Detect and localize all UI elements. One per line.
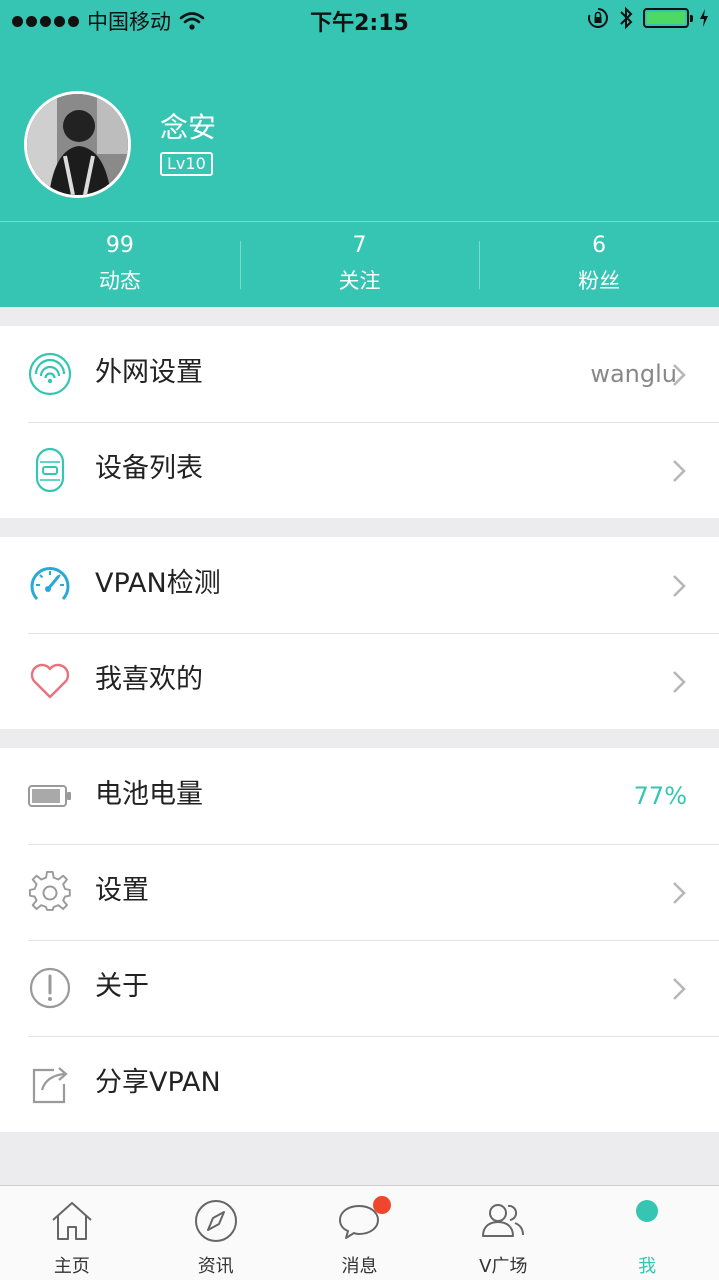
chevron-right-icon	[673, 978, 686, 1000]
stat-label: 动态	[98, 269, 141, 293]
signal-icon	[28, 352, 72, 396]
tab-bar: 主页 资讯 消息 V广场 我	[0, 1185, 719, 1280]
stat-label: 粉丝	[578, 269, 621, 293]
chevron-right-icon	[673, 460, 686, 482]
stat-value: 99	[105, 233, 134, 258]
menu-item-network-settings[interactable]: 外网设置 wanglu	[0, 326, 719, 422]
rotation-lock-icon	[588, 8, 608, 28]
tab-home[interactable]: 主页	[0, 1186, 144, 1280]
gear-icon	[28, 870, 71, 911]
unread-badge	[373, 1196, 392, 1214]
compass-icon	[194, 1200, 237, 1242]
speedometer-icon	[30, 567, 70, 601]
tab-label: 消息	[341, 1256, 378, 1277]
me-icon	[636, 1200, 659, 1222]
menu-item-settings[interactable]: 设置	[0, 844, 719, 940]
share-icon	[32, 1067, 68, 1104]
tab-messages[interactable]: 消息	[288, 1186, 432, 1280]
menu-label: 我喜欢的	[95, 664, 203, 695]
stat-label: 关注	[338, 269, 381, 293]
menu-label: 关于	[95, 971, 149, 1002]
chevron-right-icon	[673, 882, 686, 904]
network-value: wanglu	[590, 360, 677, 388]
tab-me[interactable]: 我	[575, 1186, 719, 1280]
menu-item-battery: 电池电量 77%	[0, 748, 719, 844]
battery-icon	[28, 785, 71, 807]
menu-group-system: 电池电量 77% 设置 关于 分享VPAN	[0, 748, 719, 1132]
menu-group-tools: VPAN检测 我喜欢的	[0, 537, 719, 729]
device-icon	[35, 448, 65, 492]
stat-posts[interactable]: 99 动态	[0, 222, 240, 307]
menu-item-vpan-detect[interactable]: VPAN检测	[0, 537, 719, 633]
menu-label: 分享VPAN	[95, 1067, 221, 1098]
people-icon	[482, 1204, 525, 1237]
stat-value: 7	[352, 233, 367, 258]
status-bar: 中国移动 下午2:15	[0, 0, 719, 40]
battery-value: 77%	[633, 782, 687, 810]
stat-value: 6	[592, 233, 607, 258]
status-battery-icon	[643, 8, 693, 28]
info-icon	[29, 967, 71, 1009]
stats-bar: 99 动态 7 关注 6 粉丝	[0, 221, 719, 307]
level-badge: Lv10	[160, 152, 213, 176]
home-icon	[52, 1202, 92, 1240]
profile-header: 念安 Lv10	[0, 40, 719, 221]
menu-item-device-list[interactable]: 设备列表	[0, 422, 719, 518]
menu-group-network: 外网设置 wanglu 设备列表	[0, 326, 719, 518]
tab-label: 我	[638, 1256, 657, 1277]
avatar[interactable]	[24, 91, 131, 198]
chevron-right-icon	[673, 364, 686, 386]
tab-news[interactable]: 资讯	[144, 1186, 288, 1280]
tab-label: 资讯	[197, 1256, 234, 1277]
menu-item-about[interactable]: 关于	[0, 940, 719, 1036]
menu-label: VPAN检测	[95, 568, 221, 599]
menu-item-favorites[interactable]: 我喜欢的	[0, 633, 719, 729]
menu-label: 外网设置	[95, 357, 203, 388]
stat-followers[interactable]: 6 粉丝	[479, 222, 719, 307]
menu-label: 设备列表	[95, 453, 203, 484]
heart-icon	[30, 663, 70, 699]
tab-v-square[interactable]: V广场	[431, 1186, 575, 1280]
tab-label: V广场	[479, 1256, 528, 1277]
chevron-right-icon	[673, 575, 686, 597]
bluetooth-icon	[620, 6, 633, 30]
menu-item-share[interactable]: 分享VPAN	[0, 1036, 719, 1132]
tab-label: 主页	[53, 1256, 90, 1277]
menu-label: 电池电量	[95, 779, 203, 810]
menu-label: 设置	[95, 875, 149, 906]
user-name: 念安	[160, 111, 217, 144]
charging-icon	[700, 9, 708, 27]
stat-following[interactable]: 7 关注	[239, 222, 480, 307]
chevron-right-icon	[673, 671, 686, 693]
